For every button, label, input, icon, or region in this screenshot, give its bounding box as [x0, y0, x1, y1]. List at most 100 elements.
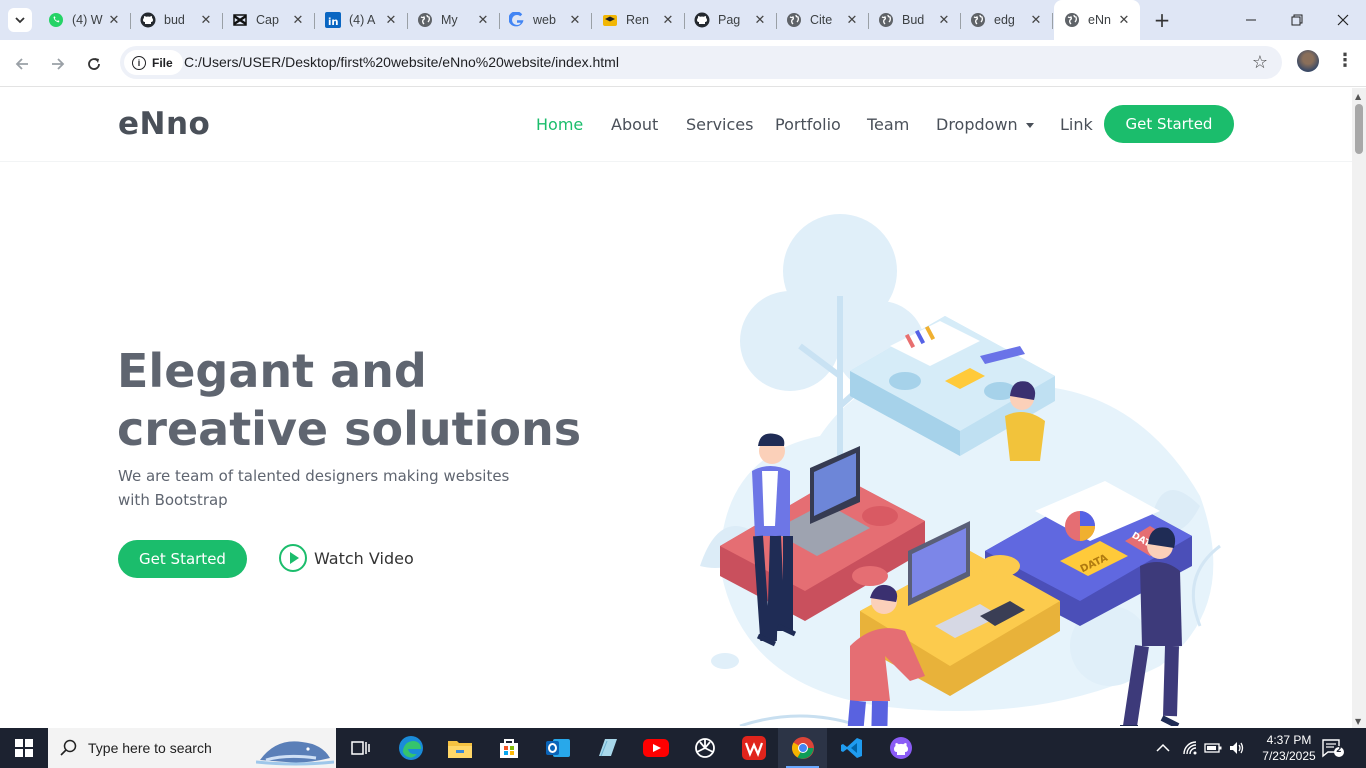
task-view-button[interactable]	[336, 728, 385, 768]
header-get-started-button[interactable]: Get Started	[1104, 105, 1234, 143]
github-icon	[694, 12, 710, 28]
tab-title: Ren	[626, 13, 649, 27]
more-menu-icon[interactable]: ⋮	[1336, 50, 1354, 71]
taskbar-wps[interactable]	[729, 728, 778, 768]
tab-my[interactable]: My ✕	[407, 6, 500, 34]
show-hidden-icons[interactable]	[1156, 728, 1170, 768]
tab-github-bud[interactable]: bud ✕	[130, 6, 223, 34]
tab-search-button[interactable]	[8, 8, 32, 32]
clock-time: 4:37 PM	[1266, 733, 1312, 747]
network-status[interactable]	[1182, 728, 1200, 768]
course-icon	[602, 12, 618, 28]
site-info-chip[interactable]: i File	[124, 50, 183, 75]
minimize-button[interactable]	[1228, 0, 1274, 40]
close-icon[interactable]: ✕	[844, 12, 860, 28]
restore-button[interactable]	[1274, 0, 1320, 40]
hero-illustration: DATA DATA	[700, 214, 1221, 726]
nav-team[interactable]: Team	[867, 115, 909, 134]
svg-text:in: in	[328, 17, 339, 28]
forward-button[interactable]	[44, 50, 72, 78]
tab-title: eNn	[1088, 13, 1111, 27]
address-bar[interactable]: i File C:/Users/USER/Desktop/first%20web…	[120, 46, 1282, 79]
tab-capcut[interactable]: Cap ✕	[222, 6, 315, 34]
reload-button[interactable]	[80, 50, 108, 78]
taskbar-chrome[interactable]	[778, 728, 827, 768]
watch-video-label: Watch Video	[314, 548, 414, 568]
site-info-label: File	[152, 55, 173, 70]
minimize-icon	[1246, 19, 1256, 21]
edge-icon	[398, 736, 423, 760]
nav-home[interactable]: Home	[536, 115, 583, 134]
bookmark-star-icon[interactable]: ☆	[1252, 52, 1268, 73]
close-icon[interactable]: ✕	[1028, 12, 1044, 28]
wps-icon	[741, 736, 766, 760]
close-icon[interactable]: ✕	[1116, 12, 1132, 28]
nav-about[interactable]: About	[611, 115, 658, 134]
taskbar-chatgpt[interactable]	[680, 728, 729, 768]
volume-control[interactable]	[1228, 728, 1246, 768]
tab-strip: (4) W ✕ bud ✕ Cap ✕ in (4) A ✕ My ✕ web …	[0, 0, 1366, 40]
notification-center-button[interactable]: 2	[1322, 738, 1344, 758]
nav-portfolio[interactable]: Portfolio	[775, 115, 841, 134]
github-icon	[140, 12, 156, 28]
close-icon[interactable]: ✕	[290, 12, 306, 28]
close-icon[interactable]: ✕	[936, 12, 952, 28]
tab-cite[interactable]: Cite ✕	[776, 6, 869, 34]
tab-enno[interactable]: eNn ✕	[1054, 0, 1140, 40]
arrow-right-icon	[52, 58, 65, 70]
url-text[interactable]: C:/Users/USER/Desktop/first%20website/eN…	[184, 54, 619, 70]
taskbar-store[interactable]	[484, 728, 533, 768]
site-logo[interactable]: eNno	[118, 106, 210, 142]
close-icon[interactable]: ✕	[660, 12, 676, 28]
nav-dropdown[interactable]: Dropdown	[936, 115, 1034, 134]
close-window-button[interactable]	[1320, 0, 1366, 40]
taskbar-youtube[interactable]	[631, 728, 680, 768]
tab-edg[interactable]: edg ✕	[960, 6, 1053, 34]
caret-down-icon	[1025, 123, 1034, 128]
taskbar-clock[interactable]: 4:37 PM 7/23/2025	[1254, 732, 1324, 764]
battery-status[interactable]	[1204, 728, 1222, 768]
tab-github-pages[interactable]: Pag ✕	[684, 6, 777, 34]
taskbar-edge[interactable]	[386, 728, 435, 768]
tab-course[interactable]: Ren ✕	[592, 6, 685, 34]
tab-whatsapp[interactable]: (4) W ✕	[38, 6, 131, 34]
arrow-left-icon	[15, 58, 28, 70]
globe-icon	[970, 12, 986, 28]
nav-dropdown-label: Dropdown	[936, 115, 1018, 134]
taskbar-github-desktop[interactable]	[876, 728, 925, 768]
youtube-icon	[642, 739, 669, 757]
browser-toolbar: i File C:/Users/USER/Desktop/first%20web…	[0, 40, 1366, 87]
tab-google[interactable]: web ✕	[499, 6, 592, 34]
close-icon[interactable]: ✕	[106, 12, 122, 28]
new-tab-button[interactable]: +	[1150, 8, 1174, 32]
watch-video-button[interactable]: Watch Video	[279, 544, 414, 572]
close-icon[interactable]: ✕	[567, 12, 583, 28]
scroll-down-icon[interactable]: ▼	[1355, 717, 1361, 726]
tab-bud[interactable]: Bud ✕	[868, 6, 961, 34]
taskbar-notepad[interactable]	[582, 728, 631, 768]
chevron-down-icon	[15, 17, 25, 24]
taskbar-outlook[interactable]	[533, 728, 582, 768]
taskbar-search-box[interactable]: Type here to search	[48, 728, 336, 768]
wifi-icon	[1183, 741, 1197, 755]
nav-link[interactable]: Link	[1060, 115, 1093, 134]
hero-get-started-button[interactable]: Get Started	[118, 540, 247, 578]
close-icon[interactable]: ✕	[383, 12, 399, 28]
chatgpt-icon	[694, 738, 715, 758]
taskbar-vscode[interactable]	[827, 728, 876, 768]
info-icon: i	[132, 55, 146, 70]
close-icon[interactable]: ✕	[752, 12, 768, 28]
page-scrollbar[interactable]: ▲ ▼	[1352, 88, 1366, 728]
nav-services[interactable]: Services	[686, 115, 753, 134]
folder-icon	[447, 741, 472, 758]
taskbar-file-explorer[interactable]	[435, 728, 484, 768]
close-icon[interactable]: ✕	[198, 12, 214, 28]
start-button[interactable]	[0, 728, 48, 768]
scrollbar-thumb[interactable]	[1355, 104, 1363, 154]
windows-taskbar: Type here to search 4:37 PM 7/23/2025 2	[0, 728, 1366, 768]
tab-linkedin[interactable]: in (4) A ✕	[315, 6, 408, 34]
profile-avatar[interactable]	[1297, 50, 1319, 72]
close-icon[interactable]: ✕	[475, 12, 491, 28]
scroll-up-icon[interactable]: ▲	[1355, 92, 1361, 101]
back-button[interactable]	[8, 50, 36, 78]
